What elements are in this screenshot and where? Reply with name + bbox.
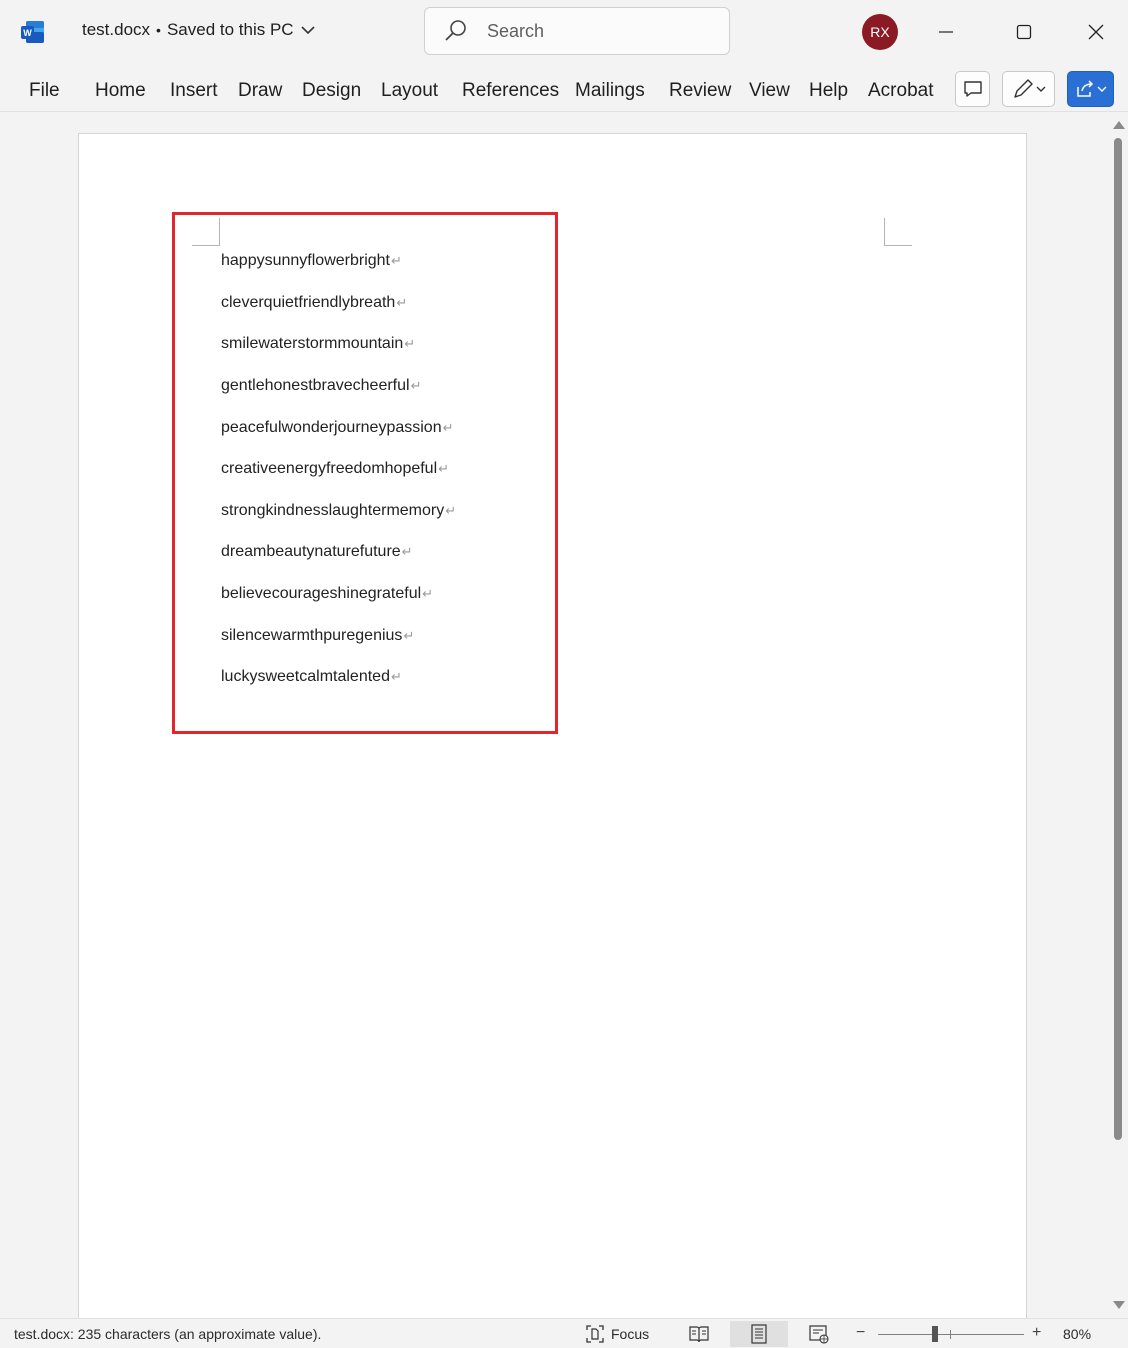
comments-button[interactable] [955, 71, 990, 107]
minimize-icon [939, 31, 953, 33]
tab-insert[interactable]: Insert [170, 80, 218, 102]
paragraph-mark: ↵ [422, 586, 434, 601]
paragraph[interactable]: happysunnyflowerbright↵ [221, 252, 402, 270]
tab-draw[interactable]: Draw [238, 80, 282, 102]
tab-view[interactable]: View [749, 80, 790, 102]
pen-icon [1013, 79, 1033, 98]
doc-name: test.docx [82, 20, 151, 39]
paragraph[interactable]: believecourageshinegrateful↵ [221, 585, 433, 603]
scroll-down-icon[interactable] [1113, 1301, 1125, 1309]
paragraph[interactable]: cleverquietfriendlybreath↵ [221, 294, 407, 312]
paragraph[interactable]: smilewaterstormmountain↵ [221, 335, 415, 353]
zoom-slider-tick [950, 1330, 951, 1339]
search-box[interactable]: Search [424, 7, 730, 55]
tab-mailings[interactable]: Mailings [575, 80, 645, 102]
paragraph-mark: ↵ [390, 669, 402, 684]
crop-mark-top-right [884, 218, 912, 246]
word-logo-icon[interactable]: W [20, 19, 46, 45]
close-button[interactable] [1080, 16, 1112, 48]
share-button[interactable] [1067, 71, 1114, 107]
save-status: Saved to this PC [166, 20, 294, 39]
close-icon [1088, 24, 1104, 40]
tab-design[interactable]: Design [302, 80, 361, 102]
paragraph[interactable]: creativeenergyfreedomhopeful↵ [221, 460, 449, 478]
paragraph-mark: ↵ [403, 628, 415, 643]
tab-layout[interactable]: Layout [381, 80, 438, 102]
search-placeholder: Search [487, 20, 545, 41]
title-bar: W test.docx • Saved to this PC Search RX [0, 0, 1128, 64]
paragraph-mark: ↵ [442, 420, 454, 435]
paragraph[interactable]: gentlehonestbravecheerful↵ [221, 377, 421, 395]
read-mode-button[interactable] [684, 1321, 714, 1347]
editing-mode-button[interactable] [1002, 71, 1055, 107]
paragraph[interactable]: dreambeautynaturefuture↵ [221, 543, 413, 561]
paragraph-text: dreambeautynaturefuture [221, 543, 401, 560]
paragraph-text: peacefulwonderjourneypassion [221, 419, 442, 436]
paragraph-mark: ↵ [391, 253, 402, 268]
tab-references[interactable]: References [462, 80, 559, 102]
vertical-scrollbar[interactable] [1106, 112, 1128, 1318]
print-layout-icon [751, 1324, 767, 1344]
paragraph-text: cleverquietfriendlybreath [221, 294, 396, 311]
tab-file[interactable]: File [29, 80, 60, 102]
maximize-button[interactable] [1008, 16, 1040, 48]
avatar[interactable]: RX [862, 14, 898, 50]
chevron-down-icon[interactable] [300, 22, 316, 38]
minimize-button[interactable] [930, 16, 962, 48]
focus-button[interactable]: Focus [585, 1324, 649, 1344]
tab-acrobat[interactable]: Acrobat [868, 80, 933, 102]
zoom-out-button[interactable]: − [856, 1324, 865, 1342]
character-count[interactable]: test.docx: 235 characters (an approximat… [14, 1326, 321, 1342]
paragraph-mark: ↵ [438, 461, 450, 476]
paragraph-text: creativeenergyfreedomhopeful [221, 460, 438, 477]
zoom-slider-thumb[interactable] [932, 1326, 938, 1342]
zoom-level[interactable]: 80% [1063, 1326, 1091, 1342]
ribbon-tabs: File Home Insert Draw Design Layout Refe… [0, 64, 1128, 112]
paragraph-text: luckysweetcalmtalented [221, 668, 390, 685]
maximize-icon [1016, 24, 1032, 40]
scrollbar-thumb[interactable] [1114, 138, 1122, 1140]
paragraph[interactable]: strongkindnesslaughtermemory↵ [221, 502, 456, 520]
chevron-down-icon [1097, 86, 1106, 92]
web-layout-icon [809, 1325, 829, 1344]
tab-review[interactable]: Review [669, 80, 731, 102]
paragraph-text: believecourageshinegrateful [221, 585, 422, 602]
zoom-in-button[interactable]: + [1032, 1324, 1041, 1342]
paragraph[interactable]: luckysweetcalmtalented↵ [221, 668, 402, 686]
paragraph[interactable]: silencewarmthpuregenius↵ [221, 627, 414, 645]
focus-label: Focus [611, 1326, 650, 1342]
tab-home[interactable]: Home [95, 80, 146, 102]
zoom-slider[interactable] [878, 1334, 1024, 1335]
paragraph-mark: ↵ [445, 503, 457, 518]
tab-help[interactable]: Help [809, 80, 848, 102]
paragraph[interactable]: peacefulwonderjourneypassion↵ [221, 419, 454, 437]
paragraph-text: silencewarmthpuregenius [221, 627, 403, 644]
print-layout-button[interactable] [730, 1321, 788, 1347]
status-bar: test.docx: 235 characters (an approximat… [0, 1318, 1128, 1348]
scroll-up-icon[interactable] [1113, 121, 1125, 129]
web-layout-button[interactable] [804, 1321, 834, 1347]
search-icon [445, 20, 466, 41]
paragraph-text: gentlehonestbravecheerful [221, 377, 410, 394]
document-title[interactable]: test.docx • Saved to this PC [82, 20, 316, 40]
title-separator: • [156, 22, 161, 38]
paragraph-text: happysunnyflowerbright [221, 252, 390, 269]
paragraph-mark: ↵ [410, 378, 422, 393]
paragraph-text: smilewaterstormmountain [221, 335, 404, 352]
comment-icon [963, 81, 982, 97]
read-mode-icon [689, 1326, 709, 1343]
focus-icon [586, 1325, 604, 1343]
paragraph-mark: ↵ [404, 336, 416, 351]
paragraph-mark: ↵ [401, 544, 413, 559]
paragraph-text: strongkindnesslaughtermemory [221, 502, 445, 519]
share-icon [1076, 80, 1093, 97]
paragraph-mark: ↵ [396, 295, 408, 310]
chevron-down-icon [1036, 86, 1045, 92]
svg-text:W: W [23, 28, 32, 38]
